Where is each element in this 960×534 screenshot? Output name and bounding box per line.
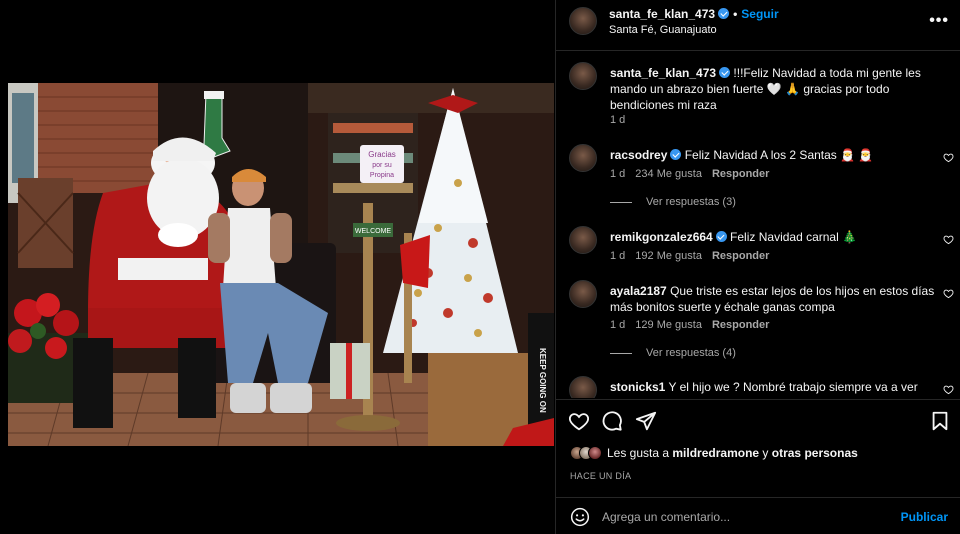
like-heart-icon[interactable] [568,410,590,432]
post-location[interactable]: Santa Fé, Guanajuato [609,24,717,36]
replies-line [610,352,632,354]
comment-username[interactable]: stonicks1 [610,380,665,394]
post-timestamp[interactable]: HACE UN DÍA [570,471,631,481]
comment-time[interactable]: 1 d [610,250,625,262]
likes-middle: y [759,446,772,460]
likes-text: Les gusta a mildredramone y otras person… [607,446,858,460]
post-side-panel: santa_fe_klan_473 • Seguir Santa Fé, Guana… [555,0,960,534]
comment-avatar[interactable] [569,144,597,172]
view-replies-button[interactable]: Ver respuestas (4) [610,347,736,359]
likes-summary[interactable]: Les gusta a mildredramone y otras person… [570,444,858,462]
like-comment-heart-icon[interactable] [943,288,954,299]
comment-avatar[interactable] [569,280,597,308]
like-comment-heart-icon[interactable] [943,152,954,163]
post-photo[interactable]: WELCOME Gracias por su Propina KEEP GOIN… [8,83,554,446]
view-replies-button[interactable]: Ver respuestas (3) [610,196,736,208]
comment-username[interactable]: remikgonzalez664 [610,230,713,244]
follow-button[interactable]: Seguir [741,7,778,21]
emoji-smile-icon[interactable] [570,507,590,527]
comment-likes[interactable]: 234 Me gusta [635,168,702,180]
comment-avatar[interactable] [569,376,597,398]
reply-button[interactable]: Responder [712,319,769,331]
comment-composer: Publicar [556,497,960,534]
author-avatar[interactable] [569,7,597,35]
save-bookmark-icon[interactable] [929,410,951,432]
comment-bubble-icon[interactable] [601,410,623,432]
post-header: santa_fe_klan_473 • Seguir Santa Fé, Guana… [556,0,960,51]
caption-username[interactable]: santa_fe_klan_473 [610,66,716,80]
comments-list[interactable]: santa_fe_klan_473 !!!Feliz Navidad a tod… [556,52,960,398]
tip-sign-line-1: Gracias [368,150,396,159]
comment-text: Y el hijo we ? Nombré trabajo siempre va… [665,380,918,394]
comment-time[interactable]: 1 d [610,319,625,331]
author-username[interactable]: santa_fe_klan_473 [609,7,715,21]
replies-line [610,201,632,203]
welcome-sign-text: WELCOME [355,228,392,235]
post-media-area: WELCOME Gracias por su Propina KEEP GOIN… [0,0,555,534]
post-actions-bar [556,399,960,443]
comment-meta: 1 d 234 Me gusta Responder [610,168,779,180]
separator-dot: • [733,7,738,21]
tip-sign-line-2: por su [372,162,392,169]
view-replies-label: Ver respuestas (4) [646,347,736,359]
caption-avatar[interactable] [569,62,597,90]
other-likers-link[interactable]: otras personas [772,446,858,460]
verified-badge-icon [718,8,730,19]
header-user-row: santa_fe_klan_473 • Seguir [609,7,779,21]
share-send-icon[interactable] [635,410,657,432]
like-comment-heart-icon[interactable] [943,384,954,395]
tip-sign-line-3: Propina [370,172,394,179]
reply-button[interactable]: Responder [712,250,769,262]
comment-likes[interactable]: 129 Me gusta [635,319,702,331]
comment-time[interactable]: 1 d [610,168,625,180]
comment-username[interactable]: ayala2187 [610,284,667,298]
verified-badge-icon [715,231,727,242]
like-comment-heart-icon[interactable] [943,234,954,245]
comment-meta: 1 d 129 Me gusta Responder [610,319,779,331]
verified-badge-icon [670,149,682,160]
liker-username[interactable]: mildredramone [672,446,759,460]
comment-avatar[interactable] [569,226,597,254]
banner-text: KEEP GOING ON [538,348,547,413]
view-replies-label: Ver respuestas (3) [646,196,736,208]
comment-input[interactable] [602,508,892,526]
comment-text-block: remikgonzalez664 Feliz Navidad carnal 🎄 [610,229,935,245]
comment-text-block: ayala2187 Que triste es estar lejos de l… [610,283,935,315]
more-options-icon[interactable]: ••• [929,12,949,30]
comment-text: Feliz Navidad carnal 🎄 [726,230,858,244]
caption-time[interactable]: 1 d [610,114,625,126]
comment-username[interactable]: racsodrey [610,148,667,162]
comment-text: Feliz Navidad A los 2 Santas 🎅 🎅 [681,148,874,162]
christmas-photo-illustration: WELCOME Gracias por su Propina KEEP GOIN… [8,83,554,446]
caption-meta: 1 d [610,114,635,126]
publish-button[interactable]: Publicar [901,510,948,524]
comment-likes[interactable]: 192 Me gusta [635,250,702,262]
caption-text-block: santa_fe_klan_473 !!!Feliz Navidad a tod… [610,65,935,113]
comment-text-block: racsodrey Feliz Navidad A los 2 Santas 🎅… [610,147,935,163]
reply-button[interactable]: Responder [712,168,769,180]
verified-badge-icon [719,67,731,78]
likes-prefix: Les gusta a [607,446,673,460]
comment-meta: 1 d 192 Me gusta Responder [610,250,779,262]
liker-avatar [588,446,602,460]
comment-text-block: stonicks1 Y el hijo we ? Nombré trabajo … [610,379,935,395]
